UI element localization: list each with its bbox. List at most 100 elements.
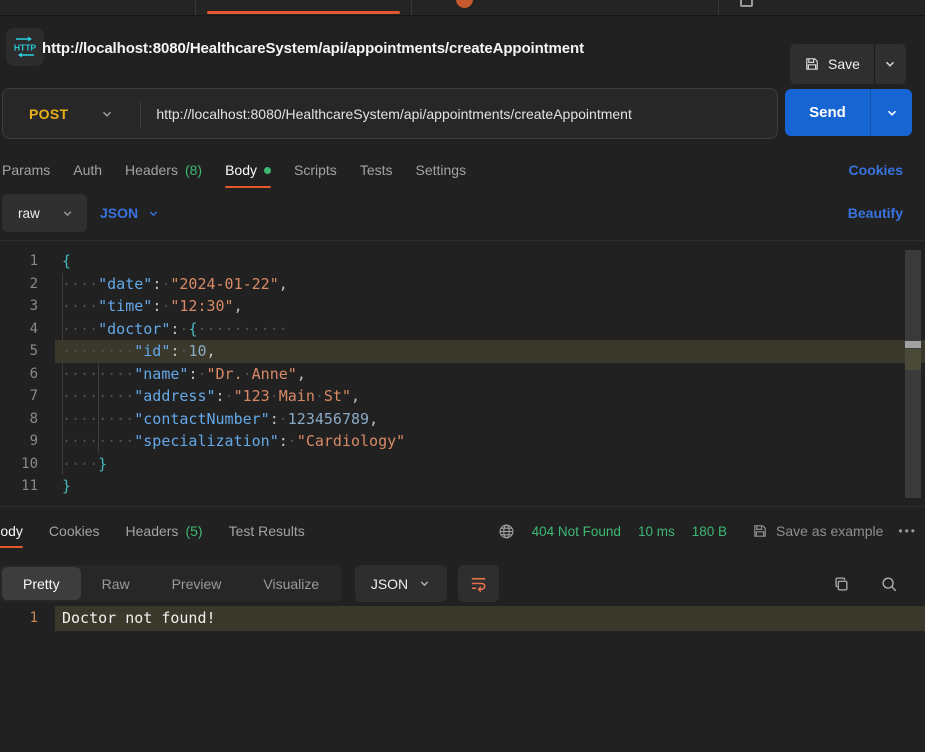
modified-dot-icon (264, 167, 271, 174)
send-control: Send (785, 89, 912, 136)
tab-headers[interactable]: Headers(8) (125, 150, 202, 190)
scrollbar-thumb[interactable] (905, 341, 921, 348)
response-tab-cookies[interactable]: Cookies (49, 523, 100, 539)
postman-window: HTTP http://localhost:8080/HealthcareSys… (0, 0, 925, 752)
body-format-dropdown[interactable]: raw (2, 194, 87, 232)
response-meta-row: Body Cookies Headers(5) Test Results 404 No… (0, 508, 925, 554)
editor-lines: 1{2····"date":·"2024-01-22",3····"time":… (0, 250, 925, 498)
request-title: http://localhost:8080/HealthcareSystem/a… (42, 16, 584, 80)
response-language-value: JSON (371, 576, 408, 592)
copy-icon[interactable] (826, 565, 856, 602)
line-content: ········"address":·"123·Main·St", (55, 385, 925, 408)
editor-line-7[interactable]: 7········"address":·"123·Main·St", (0, 385, 925, 408)
response-language-dropdown[interactable]: JSON (355, 565, 447, 602)
editor-line-10[interactable]: 10····} (0, 453, 925, 476)
body-format-value: raw (18, 206, 40, 221)
url-input[interactable]: http://localhost:8080/HealthcareSystem/a… (156, 106, 632, 122)
request-title-row: HTTP http://localhost:8080/HealthcareSys… (0, 16, 925, 80)
method-selector[interactable]: POST (3, 106, 68, 122)
response-status-cluster: 404 Not Found 10 ms 180 B Save as exampl… (498, 508, 917, 554)
request-body-editor[interactable]: 1{2····"date":·"2024-01-22",3····"time":… (0, 241, 925, 506)
line-number: 11 (0, 475, 55, 498)
line-content: ····"time":·"12:30", (55, 295, 925, 318)
body-language-dropdown[interactable]: JSON (100, 193, 160, 233)
response-tab-test-results[interactable]: Test Results (229, 523, 305, 539)
cookies-link[interactable]: Cookies (849, 150, 903, 190)
tab-label: Tests (360, 162, 393, 178)
tab-count-badge: (8) (185, 162, 202, 178)
save-button[interactable]: Save (790, 44, 874, 84)
tab-divider (718, 0, 719, 16)
unsaved-indicator-dot (456, 0, 473, 8)
editor-line-2[interactable]: 2····"date":·"2024-01-22", (0, 273, 925, 296)
line-content: ····} (55, 453, 925, 476)
divider (0, 506, 925, 507)
line-content: ····"doctor":·{·········· (55, 318, 925, 341)
line-content: ········"id":·10, (55, 340, 925, 363)
line-content: Doctor not found! (55, 606, 925, 631)
response-size[interactable]: 180 B (692, 524, 727, 539)
response-tab-body[interactable]: Body (0, 523, 23, 539)
chevron-down-icon (61, 207, 74, 220)
response-body[interactable]: 1Doctor not found! (0, 606, 925, 631)
response-tab-headers[interactable]: Headers(5) (126, 523, 203, 539)
response-view-switcher: PrettyRawPreviewVisualize (0, 565, 342, 602)
tab-tests[interactable]: Tests (360, 150, 393, 190)
line-content: ········"contactNumber":·123456789, (55, 408, 925, 431)
line-number: 1 (0, 606, 55, 631)
tab-settings[interactable]: Settings (416, 150, 467, 190)
line-number: 7 (0, 385, 55, 408)
line-content: ····"date":·"2024-01-22", (55, 273, 925, 296)
save-control: Save (790, 44, 906, 84)
response-line-1[interactable]: 1Doctor not found! (0, 606, 925, 631)
editor-line-9[interactable]: 9········"specialization":·"Cardiology" (0, 430, 925, 453)
tab-label: Auth (73, 162, 102, 178)
editor-line-6[interactable]: 6········"name":·"Dr.·Anne", (0, 363, 925, 386)
body-language-value: JSON (100, 205, 138, 221)
view-visualize[interactable]: Visualize (242, 567, 340, 600)
line-number: 1 (0, 250, 55, 273)
editor-line-8[interactable]: 8········"contactNumber":·123456789, (0, 408, 925, 431)
tab-label: Params (2, 162, 50, 178)
view-pretty[interactable]: Pretty (2, 567, 81, 600)
svg-text:HTTP: HTTP (14, 43, 37, 53)
send-options-button[interactable] (870, 89, 912, 136)
line-number: 9 (0, 430, 55, 453)
beautify-button[interactable]: Beautify (848, 193, 903, 233)
editor-line-4[interactable]: 4····"doctor":·{·········· (0, 318, 925, 341)
tab-scripts[interactable]: Scripts (294, 150, 337, 190)
url-builder: POST http://localhost:8080/HealthcareSys… (2, 88, 778, 139)
editor-scrollbar[interactable] (905, 250, 921, 498)
partial-tab-icon (740, 0, 753, 7)
editor-line-5[interactable]: 5········"id":·10, (0, 340, 925, 363)
wrap-text-toggle[interactable] (458, 565, 499, 602)
http-request-icon: HTTP (6, 28, 44, 66)
tab-params[interactable]: Params (2, 150, 50, 190)
tab-label: Scripts (294, 162, 337, 178)
save-icon (804, 56, 820, 72)
active-tab-underline (207, 11, 400, 14)
response-time[interactable]: 10 ms (638, 524, 675, 539)
more-options-icon[interactable]: ••• (898, 524, 917, 538)
body-toolbar: raw JSON Beautify (0, 193, 925, 233)
view-preview[interactable]: Preview (151, 567, 243, 600)
line-content: { (55, 250, 925, 273)
tab-label: Body (0, 523, 23, 539)
editor-line-3[interactable]: 3····"time":·"12:30", (0, 295, 925, 318)
response-tabs: Body Cookies Headers(5) Test Results (0, 508, 305, 554)
tab-auth[interactable]: Auth (73, 150, 102, 190)
editor-line-1[interactable]: 1{ (0, 250, 925, 273)
line-number: 8 (0, 408, 55, 431)
tab-body[interactable]: Body (225, 150, 271, 190)
globe-icon (498, 523, 515, 540)
tab-label: Settings (416, 162, 467, 178)
response-status[interactable]: 404 Not Found (532, 524, 621, 539)
editor-line-11[interactable]: 11} (0, 475, 925, 498)
line-content: ········"specialization":·"Cardiology" (55, 430, 925, 453)
save-as-example-button[interactable]: Save as example (752, 523, 883, 539)
chevron-down-icon[interactable] (100, 107, 114, 121)
search-icon[interactable] (874, 565, 904, 602)
send-button[interactable]: Send (785, 89, 870, 136)
save-options-button[interactable] (874, 44, 906, 84)
view-raw[interactable]: Raw (81, 567, 151, 600)
